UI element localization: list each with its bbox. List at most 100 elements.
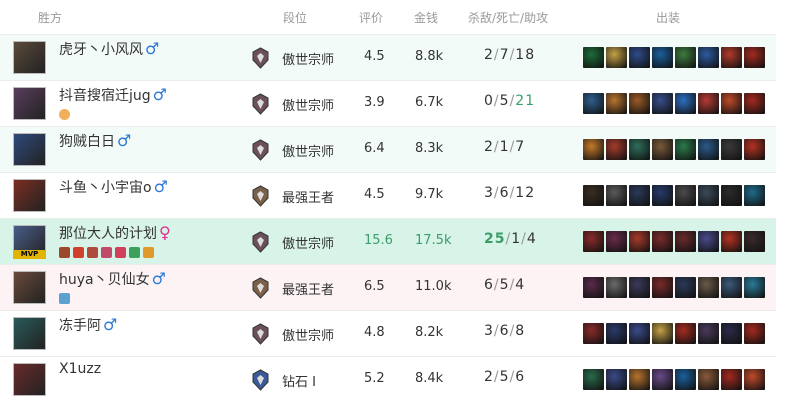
champion-avatar[interactable] <box>13 87 46 120</box>
item-icon[interactable] <box>675 323 696 344</box>
kda-value: 6/5/4 <box>484 277 525 293</box>
item-icon[interactable] <box>606 277 627 298</box>
item-icon[interactable] <box>652 47 673 68</box>
item-build <box>583 369 765 390</box>
item-icon[interactable] <box>744 231 765 252</box>
table-row[interactable]: 斗鱼丶小宇宙o ♂ 最强王者 4.5 9.7k 3/6/12 <box>0 172 776 218</box>
item-icon[interactable] <box>583 185 604 206</box>
player-name-text: 虎牙丶小风风 <box>59 42 143 58</box>
item-icon[interactable] <box>721 139 742 160</box>
table-row[interactable]: 抖音搜宿迁jug ♂ 傲世宗师 3.9 6.7k 0/5/21 <box>0 80 776 126</box>
male-icon: ♂ <box>153 177 168 196</box>
item-icon[interactable] <box>698 139 719 160</box>
player-name[interactable]: 抖音搜宿迁jug ♂ <box>59 85 167 105</box>
assists: 4 <box>526 231 537 247</box>
item-icon[interactable] <box>721 185 742 206</box>
champion-avatar[interactable] <box>13 317 46 350</box>
kills: 2 <box>484 47 494 63</box>
header-rank: 段位 <box>283 11 308 25</box>
item-icon[interactable] <box>721 277 742 298</box>
item-icon[interactable] <box>583 93 604 114</box>
player-name[interactable]: 冻手阿 ♂ <box>59 315 117 335</box>
item-icon[interactable] <box>606 47 627 68</box>
item-icon[interactable] <box>744 139 765 160</box>
champion-avatar[interactable] <box>13 363 46 396</box>
item-icon[interactable] <box>675 277 696 298</box>
item-icon[interactable] <box>698 369 719 390</box>
item-icon[interactable] <box>744 277 765 298</box>
item-icon[interactable] <box>606 139 627 160</box>
item-icon[interactable] <box>675 47 696 68</box>
item-icon[interactable] <box>675 369 696 390</box>
item-icon[interactable] <box>652 139 673 160</box>
player-name[interactable]: 斗鱼丶小宇宙o ♂ <box>59 177 168 197</box>
champion-avatar[interactable] <box>13 41 46 74</box>
item-icon[interactable] <box>698 323 719 344</box>
header-team: 胜方 <box>38 11 63 25</box>
table-row[interactable]: X1uzz 钻石 I 5.2 8.4k 2/5/6 <box>0 356 776 402</box>
item-icon[interactable] <box>583 139 604 160</box>
champion-avatar[interactable] <box>13 179 46 212</box>
item-icon[interactable] <box>652 185 673 206</box>
item-icon[interactable] <box>606 185 627 206</box>
champion-avatar[interactable] <box>13 133 46 166</box>
item-icon[interactable] <box>583 277 604 298</box>
item-icon[interactable] <box>652 277 673 298</box>
table-row[interactable]: 冻手阿 ♂ 傲世宗师 4.8 8.2k 3/6/8 <box>0 310 776 356</box>
item-icon[interactable] <box>629 185 650 206</box>
table-row[interactable]: 虎牙丶小风风 ♂ 傲世宗师 4.5 8.8k 2/7/18 <box>0 34 776 80</box>
item-icon[interactable] <box>744 185 765 206</box>
item-icon[interactable] <box>721 323 742 344</box>
item-icon[interactable] <box>583 231 604 252</box>
item-icon[interactable] <box>629 323 650 344</box>
item-icon[interactable] <box>744 369 765 390</box>
table-row[interactable]: huya丶贝仙女 ♂ 最强王者 6.5 11.0k 6/5/4 <box>0 264 776 310</box>
item-icon[interactable] <box>583 323 604 344</box>
item-icon[interactable] <box>698 185 719 206</box>
item-icon[interactable] <box>629 369 650 390</box>
item-icon[interactable] <box>583 47 604 68</box>
item-icon[interactable] <box>606 231 627 252</box>
item-icon[interactable] <box>606 323 627 344</box>
rank-emblem-icon <box>251 277 270 299</box>
player-name[interactable]: 那位大人的计划 ♀ <box>59 223 171 243</box>
table-row[interactable]: MVP 那位大人的计划 ♀ 傲世宗师 15.6 17.5k 25/1/4 <box>0 218 776 264</box>
item-icon[interactable] <box>698 231 719 252</box>
rank-text: 傲世宗师 <box>282 53 335 68</box>
item-icon[interactable] <box>698 47 719 68</box>
item-icon[interactable] <box>652 93 673 114</box>
item-icon[interactable] <box>675 231 696 252</box>
item-icon[interactable] <box>629 139 650 160</box>
champion-avatar[interactable] <box>13 271 46 304</box>
player-name[interactable]: 狗贼白日 ♂ <box>59 131 131 151</box>
item-icon[interactable] <box>606 369 627 390</box>
table-row[interactable]: 狗贼白日 ♂ 傲世宗师 6.4 8.3k 2/1/7 <box>0 126 776 172</box>
item-icon[interactable] <box>583 369 604 390</box>
item-icon[interactable] <box>744 47 765 68</box>
item-icon[interactable] <box>652 231 673 252</box>
item-icon[interactable] <box>629 47 650 68</box>
rank-text: 最强王者 <box>282 283 335 298</box>
item-icon[interactable] <box>629 93 650 114</box>
item-icon[interactable] <box>652 323 673 344</box>
item-icon[interactable] <box>606 93 627 114</box>
item-icon[interactable] <box>629 231 650 252</box>
player-name[interactable]: huya丶贝仙女 ♂ <box>59 269 166 289</box>
item-icon[interactable] <box>744 323 765 344</box>
item-icon[interactable] <box>698 277 719 298</box>
player-name[interactable]: 虎牙丶小风风 ♂ <box>59 39 159 59</box>
player-name-text: 斗鱼丶小宇宙o <box>59 180 152 196</box>
item-icon[interactable] <box>698 93 719 114</box>
item-icon[interactable] <box>629 277 650 298</box>
player-name[interactable]: X1uzz <box>59 361 101 377</box>
item-icon[interactable] <box>675 139 696 160</box>
item-icon[interactable] <box>721 231 742 252</box>
item-icon[interactable] <box>675 185 696 206</box>
item-icon[interactable] <box>721 47 742 68</box>
item-icon[interactable] <box>675 93 696 114</box>
assists: 8 <box>515 323 526 339</box>
item-icon[interactable] <box>652 369 673 390</box>
item-icon[interactable] <box>744 93 765 114</box>
item-icon[interactable] <box>721 369 742 390</box>
item-icon[interactable] <box>721 93 742 114</box>
